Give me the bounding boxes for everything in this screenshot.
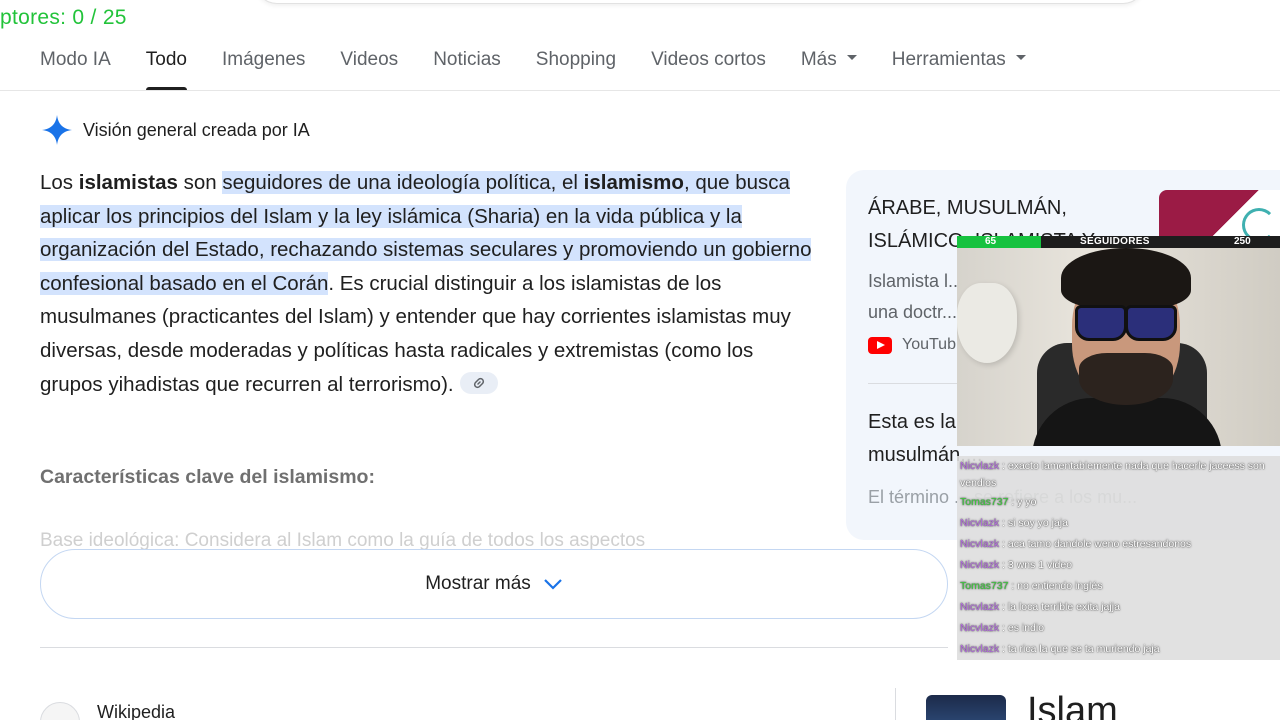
ai-overview-header: Visión general creada por IA [40,113,310,147]
source-card-snippet: Islamista l... una doctr... [868,271,964,322]
search-tabs: Modo IA Todo Imágenes Videos Noticias Sh… [40,46,1061,90]
follower-current: 65 [985,236,997,247]
wikipedia-source-label[interactable]: Wikipedia [97,702,175,720]
webcam-overlay [957,248,1280,446]
chat-message: Nicvlazk : ta rica la que se ta muriendo… [960,643,1160,655]
chat-message: Nicvlazk : 3 wns 1 video [960,559,1072,571]
gemini-sparkle-icon [42,115,72,145]
chat-username: Nicvlazk [960,643,1000,655]
chat-text: : si soy yo jaja [1002,517,1068,529]
sunglasses [1075,305,1177,341]
islam-thumbnail[interactable] [926,695,1006,720]
tab-noticias[interactable]: Noticias [433,46,501,90]
tab-videos-cortos[interactable]: Videos cortos [651,46,766,90]
tab-imagenes[interactable]: Imágenes [222,46,305,90]
chat-message: Nicvlazk : exacto lamentablemente nada q… [960,458,1275,492]
source-card-origin: YouTub [868,336,956,354]
caret-down-icon [1015,55,1026,61]
chat-username: Nicvlazk [960,622,1000,634]
chat-message: Tomas737 : no entiendo inglés [960,580,1102,592]
show-more-button[interactable]: Mostrar más [40,549,948,619]
chat-username: Tomas737 [960,580,1009,592]
chat-text: : aca tamo dandole weno estresandonos [1002,538,1192,550]
chat-message: Nicvlazk : es indio [960,622,1044,634]
lamp [957,283,1017,363]
source-name: YouTub [902,336,956,353]
chat-username: Nicvlazk [960,601,1000,613]
ai-overview-title: Visión general creada por IA [83,119,310,140]
answer-highlight-bold: islamismo [583,171,684,194]
chat-message: Tomas737 : y yo [960,496,1036,508]
follower-goal-bar: 65 SEGUIDORES 250 [957,236,1280,248]
stream-chat-overlay: Nicvlazk : exacto lamentablemente nada q… [957,456,1280,660]
chat-message: Nicvlazk : aca tamo dandole weno estresa… [960,538,1191,550]
follower-target: 250 [1234,236,1251,247]
show-more-label: Mostrar más [425,573,531,594]
streamer-hair [1061,248,1191,308]
tab-herramientas-label: Herramientas [891,49,1006,70]
key-characteristics-heading: Características clave del islamismo: [40,466,375,488]
vertical-divider [895,688,896,720]
chat-text: : 3 wns 1 video [1002,559,1073,571]
chat-username: Nicvlazk [960,460,1000,472]
follower-goal-fill [957,236,1041,248]
chat-text: : la loca terrible exita jajja [1002,601,1120,613]
stream-counter: ptores: 0 / 25 [0,6,127,29]
tab-videos[interactable]: Videos [340,46,398,90]
chat-message: Nicvlazk : si soy yo jaja [960,517,1068,529]
tab-modo-ia[interactable]: Modo IA [40,46,111,90]
answer-text: son [177,171,223,194]
caret-down-icon [846,55,857,61]
chat-text: : ta rica la que se ta muriendo jaja [1002,643,1160,655]
tab-herramientas[interactable]: Herramientas [892,46,1026,90]
tab-shopping[interactable]: Shopping [536,46,616,90]
answer-bold-term: islamistas [78,171,178,194]
chat-username: Nicvlazk [960,517,1000,529]
link-icon [473,378,484,389]
chat-message: Nicvlazk : la loca terrible exita jajja [960,601,1120,613]
chevron-down-icon [544,579,562,590]
tabs-divider [0,90,1280,91]
tab-mas-label: Más [800,49,837,70]
youtube-icon [868,336,892,354]
chat-username: Nicvlazk [960,538,1000,550]
chat-text: : y yo [1011,496,1037,508]
chat-username: Tomas737 [960,496,1009,508]
search-bar[interactable] [255,0,1145,4]
section-divider [40,647,948,648]
answer-highlight: seguidores de una ideología política, el [222,171,584,194]
follower-label: SEGUIDORES [1080,236,1150,247]
knowledge-panel-title[interactable]: Islam [1027,690,1118,720]
chat-text: : no entiendo inglés [1011,580,1103,592]
chat-text: : exacto lamentablemente nada que hacerl… [960,460,1265,489]
chat-text: : es indio [1002,622,1045,634]
tab-mas[interactable]: Más [801,46,857,90]
wikipedia-favicon-icon [40,702,80,720]
tab-todo[interactable]: Todo [145,46,188,90]
streamer-beard [1079,353,1173,405]
ai-answer-text: Los islamistas son seguidores de una ide… [40,166,820,401]
answer-text: Los [40,171,79,194]
source-link-chip[interactable] [459,372,498,395]
chat-username: Nicvlazk [960,559,1000,571]
